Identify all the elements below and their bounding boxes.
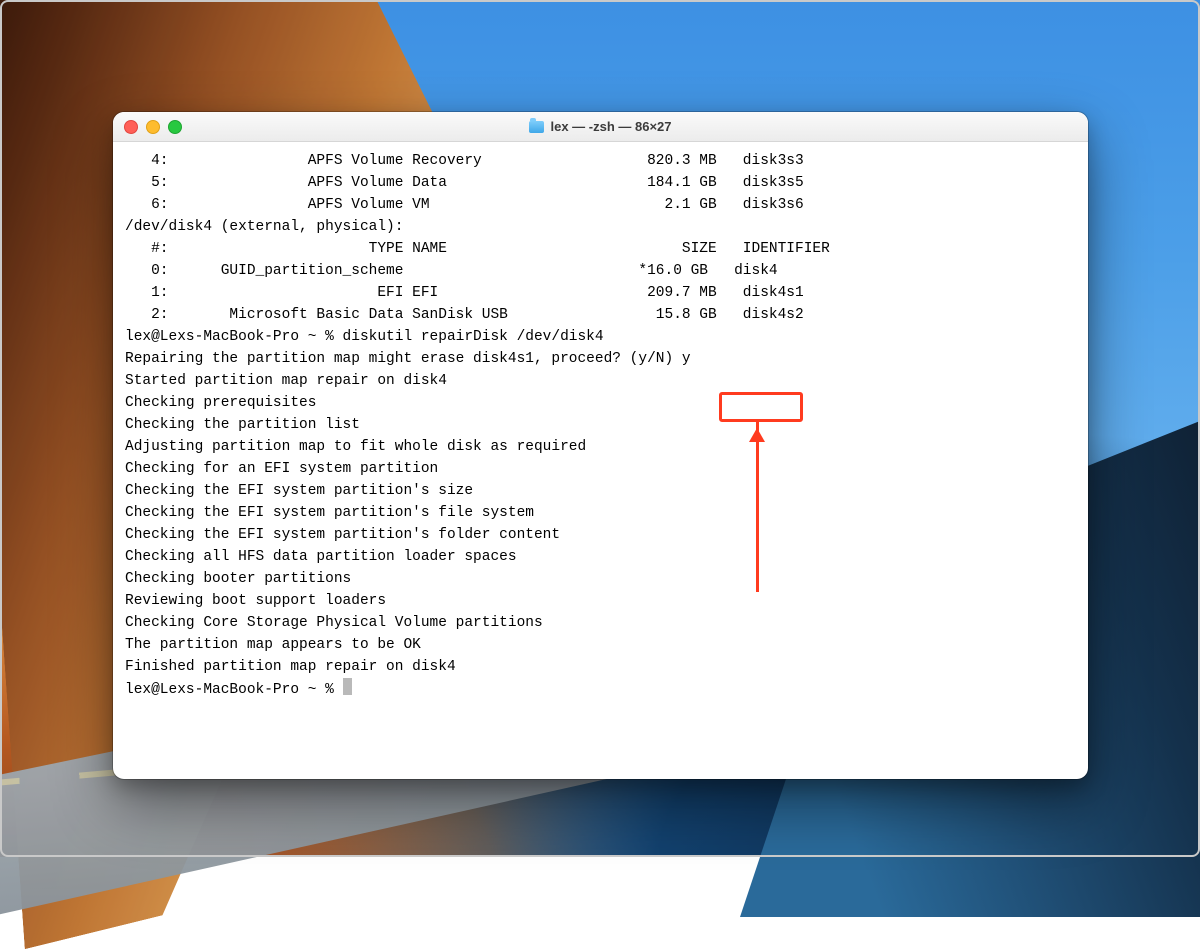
traffic-lights <box>124 120 182 134</box>
terminal-line: Repairing the partition map might erase … <box>125 348 1076 370</box>
titlebar[interactable]: lex — -zsh — 86×27 <box>113 112 1088 142</box>
close-button[interactable] <box>124 120 138 134</box>
zoom-button[interactable] <box>168 120 182 134</box>
terminal-line: Finished partition map repair on disk4 <box>125 656 1076 678</box>
window-title-text: lex — -zsh — 86×27 <box>550 119 671 134</box>
terminal-cursor <box>343 678 352 695</box>
terminal-line: #: TYPE NAME SIZE IDENTIFIER <box>125 238 1076 260</box>
terminal-line: The partition map appears to be OK <box>125 634 1076 656</box>
terminal-line: Checking the EFI system partition's fold… <box>125 524 1076 546</box>
terminal-line: Checking the EFI system partition's size <box>125 480 1076 502</box>
terminal-line: 1: EFI EFI 209.7 MB disk4s1 <box>125 282 1076 304</box>
terminal-line: lex@Lexs-MacBook-Pro ~ % diskutil repair… <box>125 326 1076 348</box>
annotation-arrow <box>756 422 759 592</box>
terminal-line: Checking booter partitions <box>125 568 1076 590</box>
terminal-line: Started partition map repair on disk4 <box>125 370 1076 392</box>
terminal-content[interactable]: 4: APFS Volume Recovery 820.3 MB disk3s3… <box>113 142 1088 705</box>
terminal-line: Checking all HFS data partition loader s… <box>125 546 1076 568</box>
terminal-line: /dev/disk4 (external, physical): <box>125 216 1076 238</box>
terminal-line: Adjusting partition map to fit whole dis… <box>125 436 1076 458</box>
terminal-line: Reviewing boot support loaders <box>125 590 1076 612</box>
terminal-line: Checking prerequisites <box>125 392 1076 414</box>
terminal-line: 4: APFS Volume Recovery 820.3 MB disk3s3 <box>125 150 1076 172</box>
terminal-line: 5: APFS Volume Data 184.1 GB disk3s5 <box>125 172 1076 194</box>
terminal-line: Checking Core Storage Physical Volume pa… <box>125 612 1076 634</box>
terminal-line: 6: APFS Volume VM 2.1 GB disk3s6 <box>125 194 1076 216</box>
terminal-line: Checking the EFI system partition's file… <box>125 502 1076 524</box>
terminal-line: Checking for an EFI system partition <box>125 458 1076 480</box>
terminal-window[interactable]: lex — -zsh — 86×27 4: APFS Volume Recove… <box>113 112 1088 779</box>
window-title: lex — -zsh — 86×27 <box>113 119 1088 134</box>
terminal-line: 0: GUID_partition_scheme *16.0 GB disk4 <box>125 260 1076 282</box>
terminal-line: 2: Microsoft Basic Data SanDisk USB 15.8… <box>125 304 1076 326</box>
minimize-button[interactable] <box>146 120 160 134</box>
folder-icon <box>529 121 544 133</box>
annotation-highlight-box <box>719 392 803 422</box>
terminal-line: Checking the partition list <box>125 414 1076 436</box>
terminal-prompt[interactable]: lex@Lexs-MacBook-Pro ~ % <box>125 678 1076 701</box>
